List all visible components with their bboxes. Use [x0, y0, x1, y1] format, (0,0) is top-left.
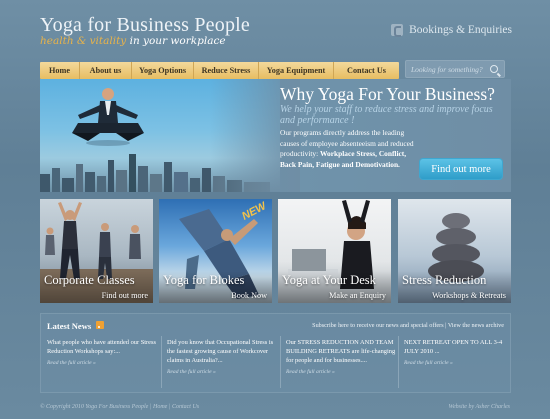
tagline-part-2: in your workplace	[129, 35, 226, 47]
tile-link[interactable]: Find out more	[102, 291, 148, 300]
read-more-link[interactable]: Read the full article »	[167, 368, 279, 377]
meditating-businessman-image	[72, 88, 144, 146]
tile-yoga-for-blokes[interactable]: NEW Yoga for Blokes Book Now	[159, 199, 272, 303]
latest-news-panel: Latest News Subscribe here to receive ou…	[40, 313, 511, 393]
news-subscribe-links[interactable]: Subscribe here to receive our news and s…	[312, 322, 504, 329]
tile-title: Corporate Classes	[44, 273, 135, 287]
hero-title: Why Yoga For Your Business?	[280, 84, 495, 104]
hero-subtitle: We help your staff to reduce stress and …	[280, 104, 493, 126]
nav-yoga-equipment[interactable]: Yoga Equipment	[259, 62, 334, 79]
tile-link[interactable]: Workshops & Retreats	[432, 291, 506, 300]
nav-about-us[interactable]: About us	[80, 62, 132, 79]
news-item: Our STRESS REDUCTION AND TEAM BUILDING R…	[286, 338, 398, 377]
news-item: NEXT RETREAT OPEN TO ALL 3-4 JULY 2010 .…	[404, 338, 508, 368]
news-item-text[interactable]: NEXT RETREAT OPEN TO ALL 3-4 JULY 2010 .…	[404, 339, 502, 355]
news-item: What people who have attended our Stress…	[47, 338, 159, 368]
hero-banner: Why Yoga For Your Business? We help your…	[40, 79, 511, 192]
rss-icon[interactable]	[96, 321, 104, 329]
news-item-text[interactable]: What people who have attended our Stress…	[47, 339, 156, 355]
page: Yoga for Business People health & vitali…	[0, 0, 550, 419]
search-input[interactable]	[411, 64, 489, 74]
search-icon[interactable]	[490, 65, 498, 73]
news-item-text[interactable]: Our STRESS REDUCTION AND TEAM BUILDING R…	[286, 339, 395, 364]
nav-reduce-stress[interactable]: Reduce Stress	[194, 62, 259, 79]
hero-body: Our programs directly address the leadin…	[280, 128, 420, 170]
footer-credit[interactable]: Website by Asher Charles	[449, 404, 511, 410]
news-item-text[interactable]: Did you know that Occupational Stress is…	[167, 339, 273, 364]
read-more-link[interactable]: Read the full article »	[286, 368, 398, 377]
search-box	[405, 60, 505, 78]
tile-title: Stress Reduction	[402, 273, 487, 287]
bookings-label: Bookings & Enquiries	[409, 24, 512, 36]
divider	[161, 336, 162, 388]
main-nav: Home About us Yoga Options Reduce Stress…	[40, 62, 399, 79]
tile-link[interactable]: Book Now	[231, 291, 267, 300]
read-more-link[interactable]: Read the full article »	[47, 359, 159, 368]
nav-contact-us[interactable]: Contact Us	[334, 62, 399, 79]
read-more-link[interactable]: Read the full article »	[404, 359, 508, 368]
divider	[280, 336, 281, 388]
tile-title: Yoga at Your Desk	[282, 273, 376, 287]
footer-copyright[interactable]: © Copyright 2010 Yoga For Business Peopl…	[40, 404, 199, 410]
divider	[398, 336, 399, 388]
tile-title: Yoga for Blokes	[163, 273, 245, 287]
tile-yoga-at-your-desk[interactable]: Yoga at Your Desk Make an Enquiry	[278, 199, 391, 303]
find-out-more-button[interactable]: Find out more	[420, 159, 502, 179]
bookings-link[interactable]: Bookings & Enquiries	[391, 24, 512, 37]
site-title[interactable]: Yoga for Business People	[40, 14, 250, 37]
news-item: Did you know that Occupational Stress is…	[167, 338, 279, 377]
tile-stress-reduction[interactable]: Stress Reduction Workshops & Retreats	[398, 199, 511, 303]
tagline-part-1: health & vitality	[40, 35, 127, 47]
nav-home[interactable]: Home	[40, 62, 80, 79]
tile-corporate-classes[interactable]: Corporate Classes Find out more	[40, 199, 153, 303]
news-title: Latest News	[47, 321, 92, 331]
site-tagline: health & vitality in your workplace	[40, 35, 226, 47]
nav-yoga-options[interactable]: Yoga Options	[132, 62, 194, 79]
phone-icon	[391, 24, 404, 37]
tile-link[interactable]: Make an Enquiry	[329, 291, 386, 300]
